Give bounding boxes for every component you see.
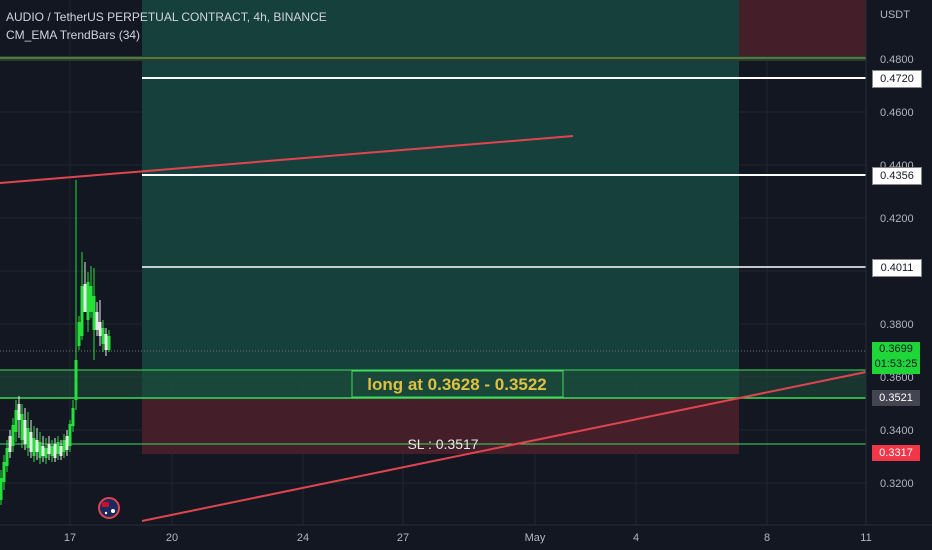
candle-body: [5, 448, 9, 466]
candlestick-series: [0, 180, 111, 505]
chart-header: AUDIO / TetherUS PERPETUAL CONTRACT, 4h,…: [6, 8, 327, 44]
time-tick: 11: [860, 532, 871, 544]
candle-body: [83, 284, 87, 312]
candle-body: [62, 440, 66, 452]
australia-flag-event-icon[interactable]: [98, 497, 120, 519]
price-badge-0-4720: 0.4720: [872, 70, 922, 88]
candle-body: [104, 334, 108, 350]
candle-body: [86, 282, 90, 320]
candle-body: [53, 444, 57, 458]
price-badge-0-4356: 0.4356: [872, 167, 922, 185]
axis-currency-label: USDT: [880, 9, 910, 21]
upper-loss-zone: [739, 0, 866, 60]
time-tick: 24: [297, 532, 309, 544]
candle-body: [8, 436, 12, 452]
candle-body: [47, 444, 51, 454]
price-tick: 0.3200: [880, 478, 914, 490]
time-tick: 27: [397, 532, 409, 544]
candle-body: [71, 408, 75, 426]
candle-body: [50, 446, 54, 456]
candle-body: [11, 425, 15, 446]
candle-body: [35, 440, 39, 452]
candle-body: [74, 360, 78, 400]
candle-body: [101, 328, 105, 344]
candle-body: [89, 286, 93, 312]
time-tick: 4: [633, 532, 639, 544]
candle-body: [95, 312, 99, 330]
price-tick: 0.4800: [880, 54, 914, 66]
candle-body: [0, 478, 3, 500]
candle-body: [17, 404, 21, 420]
candle-body: [80, 286, 84, 336]
price-tick: 0.3800: [880, 319, 914, 331]
indicator-title[interactable]: CM_EMA TrendBars (34): [6, 26, 327, 44]
price-badge-0-3521: 0.3521: [872, 390, 920, 406]
long-entry-label: long at 0.3628 - 0.3522: [367, 375, 547, 394]
candle-body: [2, 462, 6, 482]
candle-body: [77, 322, 81, 346]
candle-body: [107, 336, 111, 350]
candle-body: [65, 436, 69, 450]
last-price-value: 0.3699: [879, 343, 913, 355]
symbol-title: AUDIO / TetherUS PERPETUAL CONTRACT, 4h,…: [6, 10, 327, 24]
price-badge-0-4011: 0.4011: [872, 259, 922, 277]
time-tick: 8: [764, 532, 770, 544]
chart-area[interactable]: long at 0.3628 - 0.3522 SL : 0.3517 USDT…: [0, 0, 932, 550]
candle-body: [68, 424, 72, 446]
candle-body: [41, 446, 45, 456]
candle-body: [29, 432, 33, 452]
candle-body: [23, 420, 27, 444]
price-tick: 0.4600: [880, 107, 914, 119]
price-badge-0-3317: 0.3317: [872, 445, 920, 461]
candle-body: [20, 414, 24, 440]
time-tick: May: [525, 532, 546, 544]
stop-loss-label: SL : 0.3517: [407, 436, 478, 452]
price-tick: 0.4200: [880, 213, 914, 225]
candle-body: [38, 442, 42, 458]
candle-body: [98, 322, 102, 336]
candle-body: [14, 410, 18, 432]
last-price-badge: 0.3699 01:53:25: [872, 342, 920, 374]
price-chart-canvas[interactable]: long at 0.3628 - 0.3522 SL : 0.3517 USDT…: [0, 0, 932, 550]
candle-body: [32, 438, 36, 456]
candle-body: [56, 442, 60, 454]
candle-body: [26, 428, 30, 448]
candle-body: [92, 296, 96, 330]
candle-body: [59, 446, 63, 456]
price-tick: 0.3400: [880, 425, 914, 437]
candle-body: [44, 448, 48, 458]
bar-countdown: 01:53:25: [874, 358, 918, 370]
time-tick: 17: [64, 532, 76, 544]
time-tick: 20: [166, 532, 178, 544]
